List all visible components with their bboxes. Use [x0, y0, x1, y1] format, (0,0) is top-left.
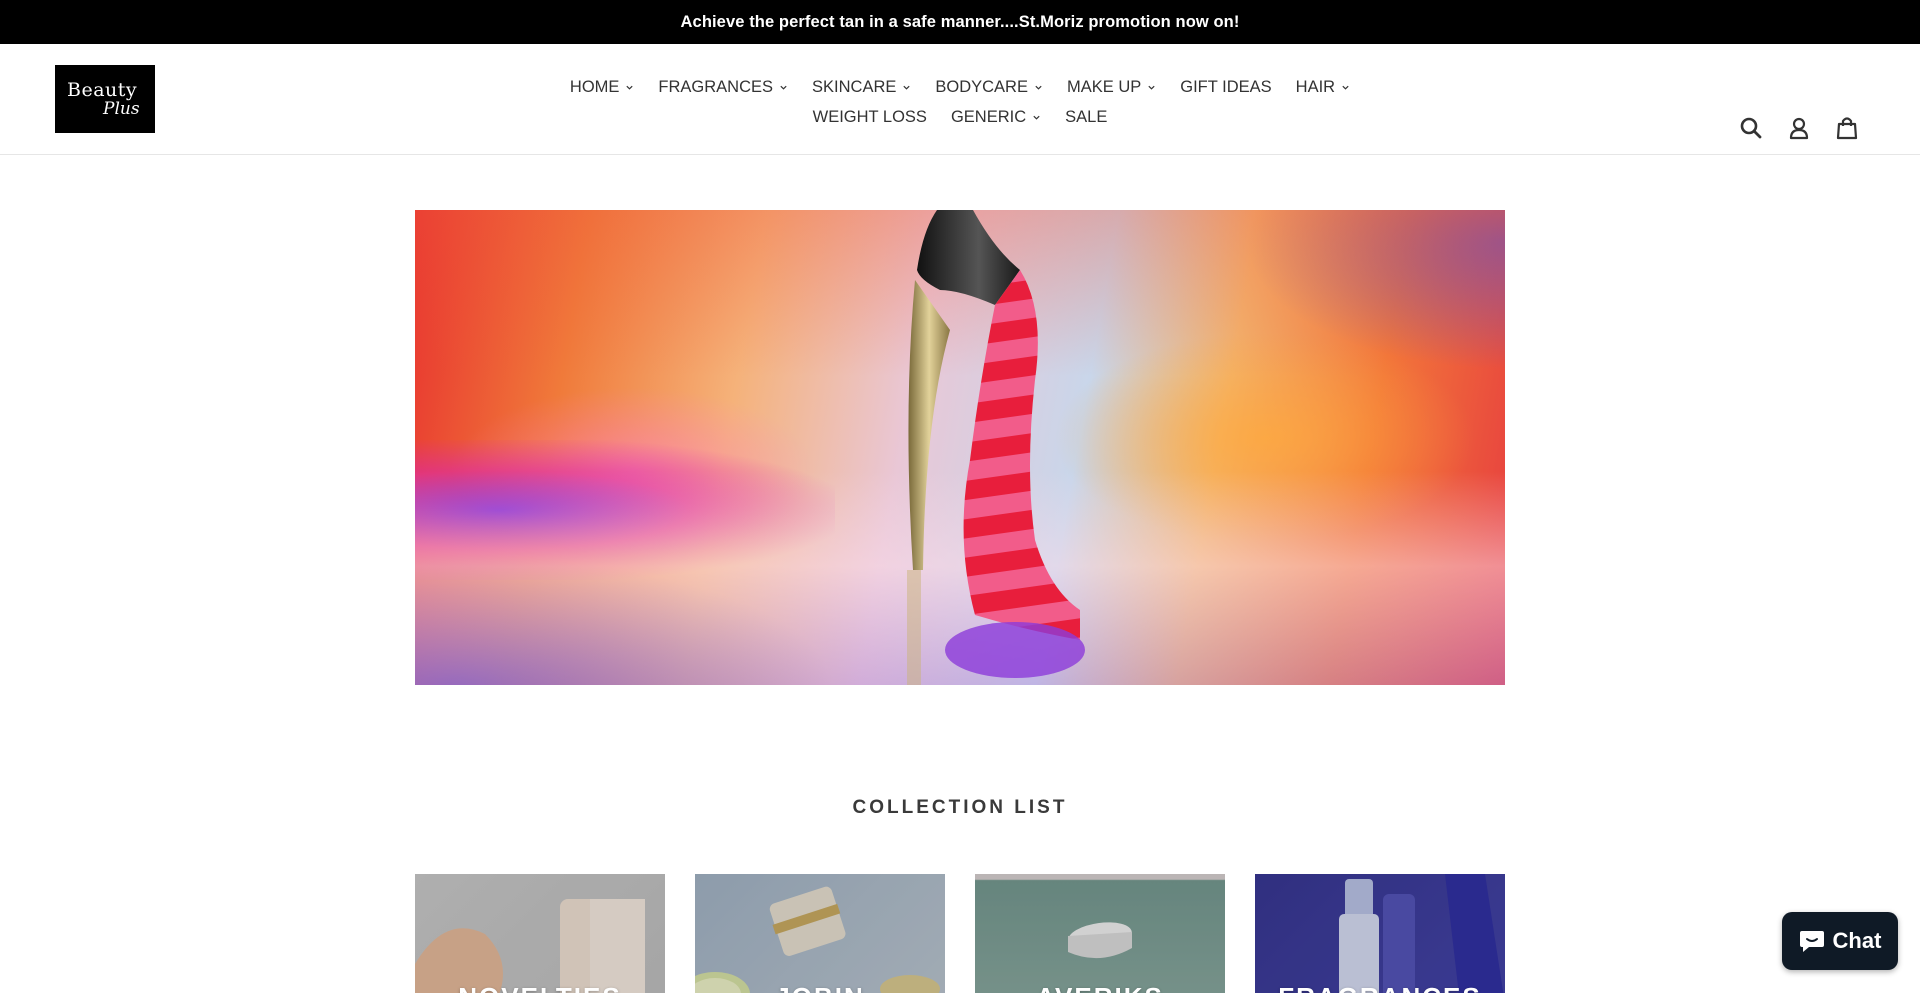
collection-list-title: COLLECTION LIST [852, 797, 1068, 818]
collection-card-label: JOBIN [695, 982, 945, 993]
nav-label: GENERIC [950, 107, 1027, 126]
nav-label: SALE [1065, 107, 1108, 126]
chevron-down-icon [903, 85, 910, 90]
search-icon[interactable] [1738, 115, 1764, 141]
main-navigation: HOME FRAGRANCES SKINCARE BODYCARE MAKE U… [0, 72, 1920, 132]
nav-item-home[interactable]: HOME [558, 78, 647, 97]
collection-card-label: NOVELTIES [415, 982, 665, 993]
nav-label: FRAGRANCES [658, 77, 774, 96]
chevron-down-icon [1033, 115, 1040, 120]
chat-label: Chat [1832, 928, 1882, 953]
card-overlay [695, 874, 945, 993]
nav-label: SKINCARE [812, 77, 897, 96]
nav-item-hair[interactable]: HAIR [1284, 78, 1362, 97]
nav-item-weight-loss[interactable]: WEIGHT LOSS [801, 108, 939, 127]
nav-item-fragrances[interactable]: FRAGRANCES [646, 78, 800, 97]
collection-card-jobin[interactable]: JOBIN [695, 874, 945, 993]
nav-label: GIFT IDEAS [1180, 77, 1272, 96]
announcement-bar: Achieve the perfect tan in a safe manner… [0, 0, 1920, 44]
nav-item-gift-ideas[interactable]: GIFT IDEAS [1168, 78, 1283, 97]
chevron-down-icon [1342, 85, 1349, 90]
card-overlay [1255, 874, 1505, 993]
chevron-down-icon [626, 85, 634, 90]
collection-card-averiks[interactable]: AVERIKS [975, 874, 1225, 993]
chevron-down-icon [1148, 85, 1155, 90]
announcement-text: Achieve the perfect tan in a safe manner… [680, 12, 1240, 31]
site-header: Beauty Plus HOME FRAGRANCES SKINCARE BOD… [0, 44, 1920, 155]
cart-icon[interactable] [1834, 115, 1860, 141]
nav-label: WEIGHT LOSS [812, 107, 927, 126]
nav-row-2: WEIGHT LOSS GENERIC SALE [801, 102, 1120, 132]
nav-row-1: HOME FRAGRANCES SKINCARE BODYCARE MAKE U… [558, 72, 1362, 102]
collection-card-fragrances[interactable]: FRAGRANCES [1255, 874, 1505, 993]
nav-item-generic[interactable]: GENERIC [939, 108, 1053, 127]
nav-label: BODYCARE [935, 77, 1028, 96]
nav-label: MAKE UP [1066, 77, 1142, 96]
collection-grid: NOVELTIES JOBIN AVERIKS FRAGRANCES [415, 874, 1505, 993]
nav-item-bodycare[interactable]: BODYCARE [923, 78, 1055, 97]
card-overlay [415, 874, 665, 993]
nav-label: HAIR [1295, 77, 1336, 96]
nav-item-make-up[interactable]: MAKE UP [1055, 78, 1168, 97]
chat-button[interactable]: Chat [1782, 912, 1898, 970]
hero-banner-image[interactable] [415, 210, 1505, 685]
perfume-shoe-illustration [907, 210, 1085, 685]
chevron-down-icon [1035, 85, 1042, 90]
chevron-down-icon [780, 85, 787, 90]
nav-item-skincare[interactable]: SKINCARE [800, 78, 923, 97]
collection-card-label: FRAGRANCES [1255, 982, 1505, 993]
collection-card-novelties[interactable]: NOVELTIES [415, 874, 665, 993]
nav-item-sale[interactable]: SALE [1053, 108, 1119, 127]
header-icons [1738, 115, 1860, 141]
collection-card-label: AVERIKS [975, 982, 1225, 993]
nav-label: HOME [569, 77, 620, 96]
chat-bubble-icon [1799, 931, 1824, 952]
card-overlay [975, 874, 1225, 993]
account-icon[interactable] [1786, 115, 1812, 141]
